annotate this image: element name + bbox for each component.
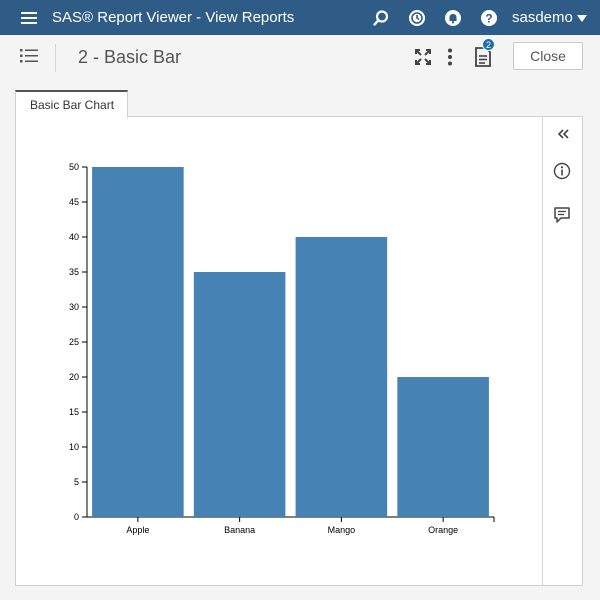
bar-mango — [295, 237, 388, 517]
menu-icon[interactable] — [21, 12, 37, 24]
comment-icon[interactable] — [553, 206, 571, 224]
y-tick-label: 10 — [69, 442, 79, 452]
y-tick-label: 45 — [69, 197, 79, 207]
y-tick-label: 15 — [69, 407, 79, 417]
x-tick-label: Banana — [224, 525, 255, 535]
bar-orange — [397, 377, 489, 517]
search-icon[interactable] — [372, 9, 390, 27]
report-panel: 0 5 10 15 20 25 30 35 40 45 50 Apple Banana Mango Oran… — [15, 116, 583, 586]
caret-down-icon[interactable] — [577, 15, 587, 22]
y-tick-label: 35 — [69, 267, 79, 277]
y-tick-label: 30 — [69, 302, 79, 312]
bar-banana — [193, 272, 286, 517]
collapse-icon[interactable] — [554, 125, 572, 143]
y-tick-label: 25 — [69, 337, 79, 347]
bar-apple — [92, 167, 184, 517]
tab-basic-bar-chart[interactable]: Basic Bar Chart — [15, 90, 128, 118]
bar-chart: 0 5 10 15 20 25 30 35 40 45 50 Apple Banana Mango Oran… — [69, 162, 495, 535]
side-rail-divider — [542, 117, 543, 585]
close-button[interactable]: Close — [513, 42, 583, 70]
help-icon[interactable]: ? — [480, 9, 498, 27]
user-name[interactable]: sasdemo — [512, 9, 573, 26]
app-title: SAS® Report Viewer - View Reports — [52, 9, 295, 26]
toolbar-divider — [55, 44, 56, 72]
x-tick-label: Apple — [126, 525, 149, 535]
history-icon[interactable] — [408, 9, 426, 27]
info-icon[interactable] — [553, 162, 571, 180]
y-tick-label: 50 — [69, 162, 79, 172]
y-tick-label: 20 — [69, 372, 79, 382]
maximize-icon[interactable] — [415, 49, 431, 65]
x-tick-label: Orange — [428, 525, 458, 535]
notes-count-badge: 2 — [482, 38, 495, 51]
report-toolbar: 2 - Basic Bar 2 Close — [0, 35, 600, 79]
table-of-contents-icon[interactable] — [20, 48, 38, 64]
app-header: SAS® Report Viewer - View Reports ? sasd… — [0, 0, 600, 35]
notifications-icon[interactable] — [444, 9, 462, 27]
y-tick-label: 0 — [74, 512, 79, 522]
y-tick-label: 5 — [74, 477, 79, 487]
more-icon[interactable] — [447, 48, 453, 66]
report-title: 2 - Basic Bar — [78, 47, 182, 67]
y-tick-label: 40 — [69, 232, 79, 242]
svg-text:?: ? — [485, 12, 492, 26]
x-tick-label: Mango — [328, 525, 356, 535]
